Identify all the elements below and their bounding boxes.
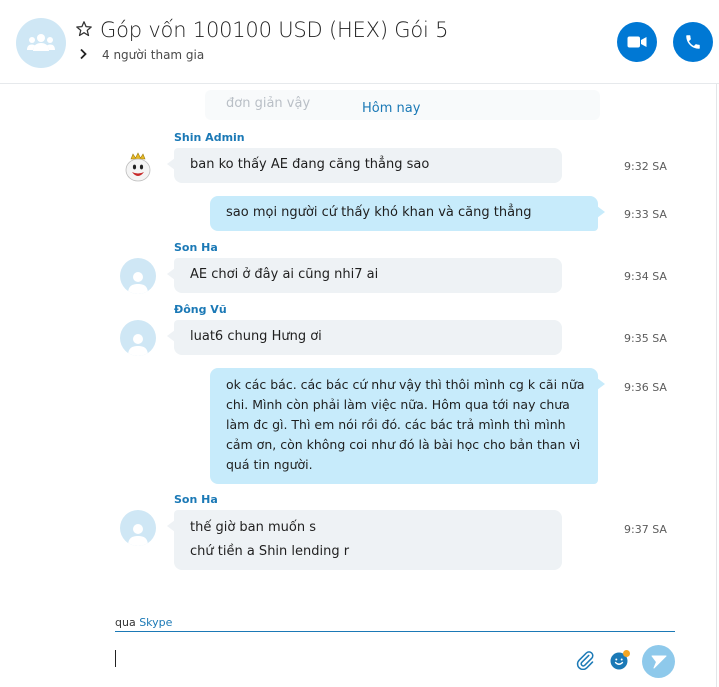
message-bubble[interactable]: ban ko thấy AE đang căng thẳng sao <box>167 148 562 183</box>
chevron-right-icon[interactable] <box>78 48 88 60</box>
via-prefix: qua <box>115 616 136 629</box>
group-avatar[interactable] <box>16 18 66 68</box>
message-time: 9:37 SA <box>624 523 667 536</box>
star-icon[interactable] <box>75 20 93 38</box>
attach-button[interactable] <box>573 648 597 672</box>
message-text: chi. Mình còn phải làm việc nữa. Hôm qua… <box>226 397 570 412</box>
message-text: ok các bác. các bác cứ như vậy thì thôi … <box>226 377 585 392</box>
message-bubble[interactable]: AE chơi ở đây ai cũng nhi7 ai <box>167 258 562 293</box>
sender-name[interactable]: Son Ha <box>174 241 218 254</box>
message-text: chứ tiền a Shin lending r <box>190 544 350 559</box>
message-text: làm đc gì. Thì em nói rồi đó. các bác tr… <box>226 417 566 432</box>
message-text: thế giờ ban muốn s <box>190 520 317 535</box>
person-icon <box>128 334 148 356</box>
message-time: 9:35 SA <box>624 332 667 345</box>
emoji-icon <box>610 650 630 670</box>
phone-icon <box>686 35 700 49</box>
via-skype-label: qua Skype <box>115 616 172 629</box>
message-text: quá tin người. <box>226 457 313 472</box>
message-bubble[interactable]: luat6 chung Hưng ơi <box>167 320 562 355</box>
previous-message-text: đơn giản vậy <box>226 96 311 111</box>
audio-call-button[interactable] <box>673 22 713 62</box>
message-time: 9:36 SA <box>624 381 667 394</box>
message-text: ban ko thấy AE đang căng thẳng sao <box>190 157 430 172</box>
message-bubble[interactable]: thế giờ ban muốn s chứ tiền a Shin lendi… <box>167 510 562 570</box>
message-time: 9:34 SA <box>624 270 667 283</box>
avatar[interactable] <box>120 258 156 294</box>
avatar[interactable] <box>120 320 156 356</box>
message-text: AE chơi ở đây ai cũng nhi7 ai <box>190 267 379 282</box>
via-brand-link[interactable]: Skype <box>139 616 172 629</box>
person-icon <box>128 524 148 546</box>
person-icon <box>128 272 148 294</box>
composer-divider <box>115 631 675 632</box>
video-call-button[interactable] <box>617 22 657 62</box>
message-input[interactable] <box>118 645 558 671</box>
message-bubble[interactable]: sao mọi người cứ thấy khó khan và căng t… <box>210 196 605 231</box>
conversation-title: Góp vốn 100100 USD (HEX) Gói 5 <box>100 18 449 42</box>
message-time: 9:33 SA <box>624 208 667 221</box>
sender-name[interactable]: Son Ha <box>174 493 218 506</box>
message-text: sao mọi người cứ thấy khó khan và căng t… <box>226 205 532 220</box>
emoji-button[interactable] <box>608 648 632 672</box>
sender-name[interactable]: Shin Admin <box>174 131 245 144</box>
right-border <box>716 0 717 687</box>
group-icon <box>27 34 55 51</box>
send-button[interactable] <box>642 645 675 678</box>
message-text: luat6 chung Hưng ơi <box>190 329 322 344</box>
message-text: cảm ơn, còn không coi như đó là bài học … <box>226 437 581 452</box>
conversation-header: Góp vốn 100100 USD (HEX) Gói 5 4 người t… <box>0 0 719 84</box>
avatar[interactable] <box>120 510 156 546</box>
send-icon <box>651 655 666 668</box>
video-camera-icon <box>627 36 647 48</box>
message-bubble[interactable]: ok các bác. các bác cứ như vậy thì thôi … <box>210 368 605 484</box>
date-separator: Hôm nay <box>362 101 421 116</box>
paperclip-icon <box>576 651 594 670</box>
boo-ghost-avatar-icon <box>125 152 151 182</box>
message-time: 9:32 SA <box>624 160 667 173</box>
text-caret <box>115 650 116 667</box>
avatar[interactable] <box>120 150 156 186</box>
participants-count[interactable]: 4 người tham gia <box>102 48 204 62</box>
sender-name[interactable]: Đông Vũ <box>174 303 227 316</box>
